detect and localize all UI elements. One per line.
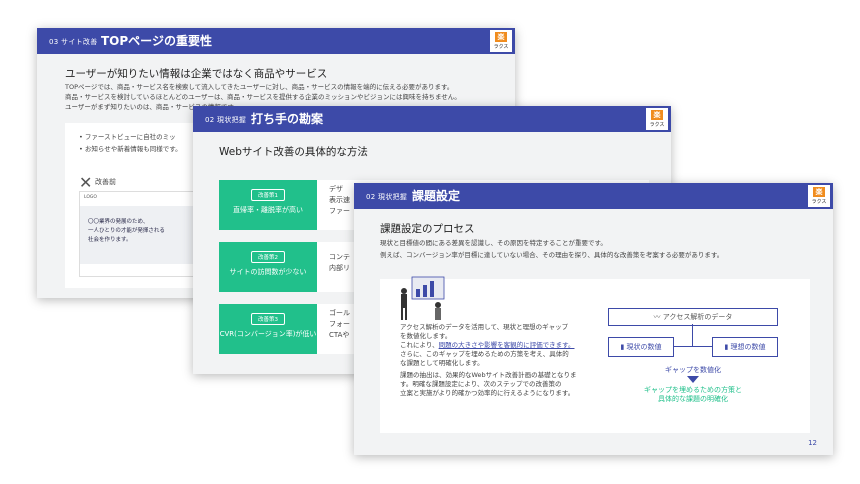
bullet-text: お知らせや新着情報も同様です。 bbox=[84, 145, 182, 153]
measure-text: ゴール フォー CTAや bbox=[329, 308, 350, 341]
ideal-value-box: ▮ 理想の数値 bbox=[712, 337, 778, 357]
panel-text-line: な課題として明確化します。 bbox=[400, 359, 484, 367]
measure-text-line: ゴール bbox=[329, 309, 350, 317]
bullet-item: • ファーストビューに自社のミッ bbox=[79, 133, 176, 141]
measure-text-line: ファー bbox=[329, 207, 350, 215]
measure-tag: 改善策1 bbox=[251, 189, 285, 201]
bullet-item: • お知らせや新着情報も同様です。 bbox=[79, 145, 182, 153]
slide-title: 打ち手の勘案 bbox=[251, 112, 324, 126]
measure-text-line: 表示速 bbox=[329, 196, 350, 204]
measure-text-line: フォー bbox=[329, 320, 350, 328]
measure-text: デザ 表示速 ファー bbox=[329, 184, 350, 217]
logo-mark: 楽 bbox=[651, 110, 663, 120]
logo-text: ラクス bbox=[811, 199, 827, 205]
slide-header: 02 現状把握 打ち手の勘案 楽 ラクス bbox=[193, 106, 671, 132]
down-arrow-icon bbox=[687, 376, 699, 383]
mock-hero-text: 〇〇業界の発展のため、 一人ひとりの才能が発揮される 社会を作ります。 bbox=[88, 218, 165, 245]
ideal-value-label: 理想の数値 bbox=[730, 343, 766, 351]
bar-chart-icon: ▮ bbox=[724, 343, 729, 351]
panel-text-fragment: これにより、 bbox=[400, 341, 439, 349]
before-label: 改善前 bbox=[95, 178, 116, 186]
diagram-connector bbox=[692, 324, 693, 346]
current-value-label: 現状の数値 bbox=[626, 343, 662, 351]
body-line: TOPページでは、商品・サービス名を検索して流入してきたユーザーに対し、商品・サ… bbox=[65, 83, 454, 91]
slide-title: TOPページの重要性 bbox=[101, 34, 212, 48]
slide-title: 課題設定 bbox=[412, 189, 461, 203]
measure-card: 改善策2 サイトの訪問数が少ない bbox=[219, 242, 317, 292]
mock-logo: LOGO bbox=[84, 195, 97, 200]
hero-line: 社会を作ります。 bbox=[88, 237, 132, 243]
panel-text-highlight: 問題の大きさや影響を客観的に評価できます。 bbox=[438, 341, 575, 349]
measure-text-line: コンテ bbox=[329, 253, 350, 261]
bar-chart-icon: ▮ bbox=[620, 343, 625, 351]
slide-subtitle: 課題設定のプロセス bbox=[380, 223, 475, 235]
hero-line: 一人ひとりの才能が発揮される bbox=[88, 228, 165, 234]
measure-label: CVR(コンバージョン率)が低い bbox=[219, 330, 317, 338]
slide-issue-setting: 02 現状把握 課題設定 楽 ラクス 課題設定のプロセス 現状と目標値の間にある… bbox=[354, 183, 833, 455]
diagram-source-box: 〰 アクセス解析のデータ bbox=[608, 308, 778, 326]
page-number: 12 bbox=[808, 439, 817, 447]
measure-card: 改善策3 CVR(コンバージョン率)が低い bbox=[219, 304, 317, 354]
logo-text: ラクス bbox=[493, 44, 509, 50]
measure-text: コンテ 内部リ bbox=[329, 252, 350, 274]
measure-text-line: CTAや bbox=[329, 331, 350, 339]
measure-tag: 改善策2 bbox=[251, 251, 285, 263]
measure-tag: 改善策3 bbox=[251, 313, 285, 325]
slide-header: 02 現状把握 課題設定 楽 ラクス bbox=[354, 183, 833, 209]
cross-icon: ✕ bbox=[79, 173, 93, 192]
company-logo: 楽 ラクス bbox=[808, 185, 830, 207]
bullet-text: ファーストビューに自社のミッ bbox=[84, 133, 176, 141]
section-number: 02 現状把握 bbox=[366, 193, 408, 201]
process-panel: アクセス解析のデータを活用して、現状と理想のギャップ を数値化します。 これによ… bbox=[380, 276, 810, 433]
panel-text-line: 立案と実施がより的確かつ効率的に行えるようになります。 bbox=[400, 389, 575, 397]
body-line: 商品・サービスを検討しているほとんどのユーザーは、商品・サービスを提供する企業の… bbox=[65, 93, 461, 101]
section-number: 03 サイト改善 bbox=[49, 38, 98, 46]
slide-header: 03 サイト改善 TOPページの重要性 楽 ラクス bbox=[37, 28, 515, 54]
section-number: 02 現状把握 bbox=[205, 116, 247, 124]
logo-mark: 楽 bbox=[813, 187, 825, 197]
measure-label: サイトの訪問数が少ない bbox=[229, 268, 307, 276]
current-value-box: ▮ 現状の数値 bbox=[608, 337, 674, 357]
company-logo: 楽 ラクス bbox=[490, 30, 512, 52]
diagram-source-label: アクセス解析のデータ bbox=[662, 313, 733, 321]
measure-card: 改善策1 直帰率・離脱率が高い bbox=[219, 180, 317, 230]
result-line: ギャップを埋めるための方策と bbox=[644, 386, 742, 394]
result-label: ギャップを埋めるための方策と 具体的な課題の明確化 bbox=[610, 386, 776, 404]
slide-subtitle: Webサイト改善の具体的な方法 bbox=[219, 146, 368, 158]
slide-subtitle: ユーザーが知りたい情報は企業ではなく商品やサービス bbox=[65, 68, 328, 80]
logo-text: ラクス bbox=[649, 122, 665, 128]
result-line: 具体的な課題の明確化 bbox=[658, 395, 728, 403]
company-logo: 楽 ラクス bbox=[646, 108, 668, 130]
hero-line: 〇〇業界の発展のため、 bbox=[88, 219, 149, 225]
measure-label: 直帰率・離脱率が高い bbox=[233, 206, 303, 214]
body-line: 現状と目標値の間にある差異を認識し、その原因を特定することが重要です。 bbox=[380, 239, 607, 247]
measure-text-line: 内部リ bbox=[329, 264, 350, 272]
gap-label: ギャップを数値化 bbox=[665, 366, 721, 374]
diagram-connector bbox=[673, 346, 712, 347]
logo-mark: 楽 bbox=[495, 32, 507, 42]
measure-text-line: デザ bbox=[329, 185, 343, 193]
people-chart-illustration bbox=[401, 276, 445, 320]
body-line: 例えば、コンバージョン率が目標に達していない場合、その理由を探り、具体的な改善策… bbox=[380, 251, 724, 259]
